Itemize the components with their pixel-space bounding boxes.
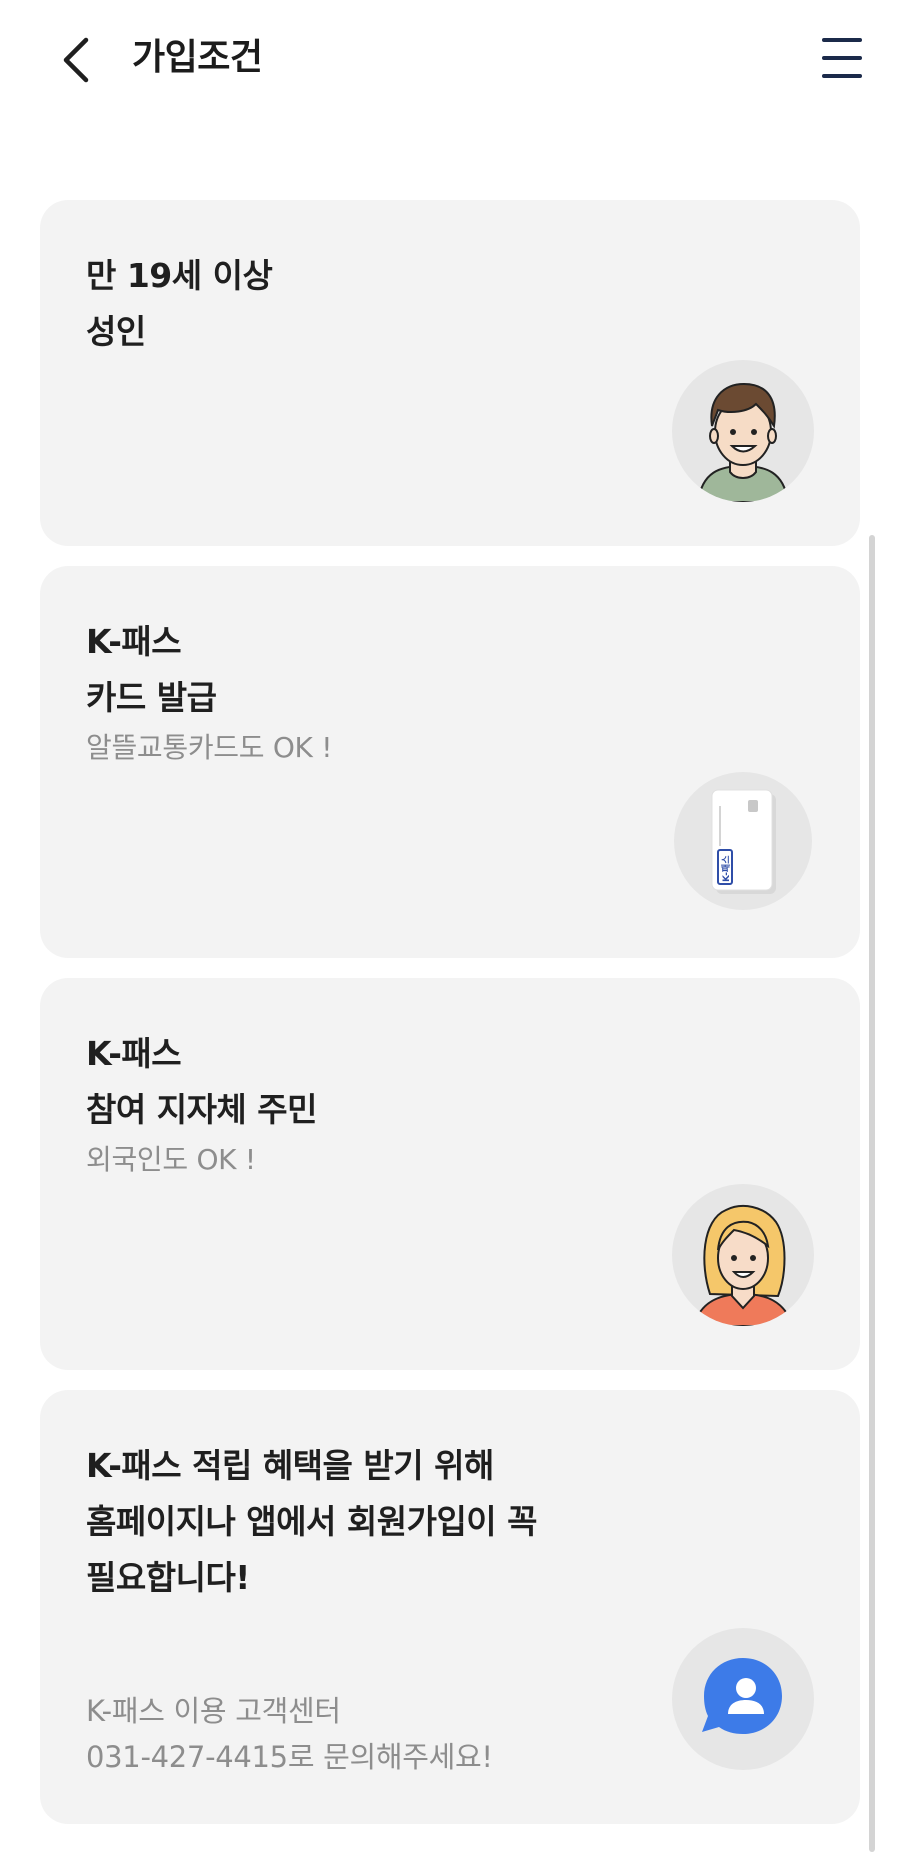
card-title-line: 만 19세 이상 <box>86 256 273 295</box>
card-title-line: 홈페이지나 앱에서 회원가입이 꼭 <box>86 1502 538 1541</box>
signup-notice-card: K-패스 적립 혜택을 받기 위해 홈페이지나 앱에서 회원가입이 꼭 필요합니… <box>40 1390 860 1824</box>
card-subtitle: 외국인도 OK ! <box>86 1143 256 1176</box>
join-conditions-page: 가입조건 만 19세 이상 성인 K-패스 카드 발급 알뜰교통카드도 OK !… <box>0 0 900 1852</box>
card-title-line: K-패스 <box>86 622 182 661</box>
header: 가입조건 <box>0 0 900 118</box>
condition-card-adult: 만 19세 이상 성인 <box>40 200 860 546</box>
condition-card-k-pass-card: K-패스 카드 발급 알뜰교통카드도 OK ! K-패스 <box>40 566 860 958</box>
page-title: 가입조건 <box>132 37 263 78</box>
card-text: K-패스 참여 지자체 주민 외국인도 OK ! <box>86 1026 630 1182</box>
customer-support-chat-icon[interactable] <box>672 1628 814 1770</box>
card-text: K-패스 적립 혜택을 받기 위해 홈페이지나 앱에서 회원가입이 꼭 필요합니… <box>86 1438 740 1606</box>
k-pass-card-label: K-패스 <box>720 855 732 882</box>
back-chevron-icon[interactable] <box>52 28 112 88</box>
k-pass-card-icon: K-패스 <box>674 772 812 910</box>
card-title-line: 참여 지자체 주민 <box>86 1090 318 1129</box>
card-title-line: 카드 발급 <box>86 678 217 717</box>
card-text: 만 19세 이상 성인 <box>86 248 630 360</box>
condition-card-resident: K-패스 참여 지자체 주민 외국인도 OK ! <box>40 978 860 1370</box>
card-text: K-패스 카드 발급 알뜰교통카드도 OK ! <box>86 614 630 770</box>
customer-center-label: K-패스 이용 고객센터 <box>86 1694 341 1728</box>
woman-avatar-icon <box>672 1184 814 1326</box>
customer-center-phone: 031-427-4415로 문의해주세요! <box>86 1740 493 1774</box>
customer-center-info: K-패스 이용 고객센터 031-427-4415로 문의해주세요! <box>86 1688 493 1780</box>
card-title-line: K-패스 <box>86 1034 182 1073</box>
card-subtitle: 알뜰교통카드도 OK ! <box>86 731 333 764</box>
man-avatar-icon <box>672 360 814 502</box>
card-title-line: 성인 <box>86 312 146 351</box>
scrollbar[interactable] <box>869 535 875 1852</box>
card-title-line: 필요합니다! <box>86 1558 250 1597</box>
hamburger-menu-icon[interactable] <box>820 32 864 84</box>
card-title-line: K-패스 적립 혜택을 받기 위해 <box>86 1446 494 1485</box>
